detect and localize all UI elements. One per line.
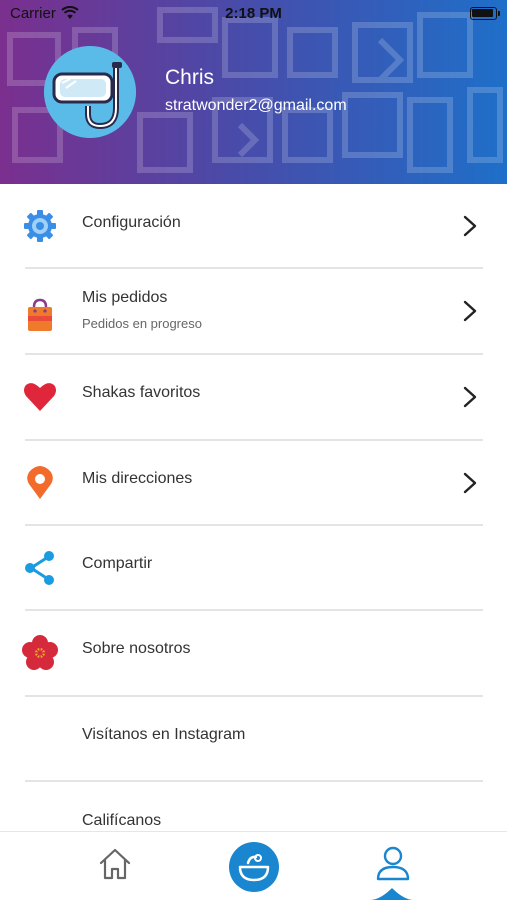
menu-item-label: Visítanos en Instagram [82, 726, 246, 743]
tab-bar [0, 831, 507, 900]
avatar[interactable] [44, 46, 136, 138]
chevron-right-icon [463, 215, 477, 237]
menu-item-sublabel: Pedidos en progreso [82, 316, 202, 331]
shopping-bag-icon [28, 298, 52, 331]
home-icon [99, 848, 131, 880]
bowl-icon [229, 842, 279, 892]
share-icon [25, 551, 54, 585]
menu-item-compartir[interactable]: Compartir [0, 526, 507, 611]
gear-icon [24, 210, 56, 242]
tab-menu[interactable] [194, 832, 314, 900]
menu-item-label: Configuración [82, 214, 181, 231]
flower-icon [22, 635, 58, 670]
heart-icon [24, 383, 56, 411]
menu-item-label: Mis pedidos [82, 289, 168, 306]
chevron-right-icon [463, 300, 477, 322]
tab-home[interactable] [55, 832, 175, 900]
profile-email: stratwonder2@gmail.com [165, 97, 347, 114]
status-bar: Carrier 2:18 PM [0, 0, 507, 28]
profile-header: Carrier 2:18 PM Chris stratwonder2@gmail… [0, 0, 507, 184]
profile-name: Chris [165, 66, 215, 89]
menu-item-shakas-favoritos[interactable]: Shakas favoritos [0, 355, 507, 440]
menu-item-mis-pedidos[interactable]: Mis pedidos Pedidos en progreso [0, 269, 507, 354]
status-time: 2:18 PM [225, 5, 282, 22]
menu-item-instagram[interactable]: Visítanos en Instagram [0, 697, 507, 782]
snorkel-mask-icon [44, 46, 136, 138]
menu-item-label: Shakas favoritos [82, 384, 201, 401]
chevron-right-icon [463, 472, 477, 494]
menu-item-mis-direcciones[interactable]: Mis direcciones [0, 441, 507, 526]
menu-item-label: Sobre nosotros [82, 640, 191, 657]
battery-icon [470, 7, 500, 20]
menu-item-label: Compartir [82, 555, 153, 572]
active-tab-indicator [370, 888, 414, 900]
menu-item-configuracion[interactable]: Configuración [0, 184, 507, 269]
map-pin-icon [27, 466, 53, 499]
menu-item-label: Mis direcciones [82, 470, 193, 487]
menu-item-sobre-nosotros[interactable]: Sobre nosotros [0, 611, 507, 696]
chevron-right-icon [463, 386, 477, 408]
menu-item-label: Califícanos [82, 812, 162, 829]
